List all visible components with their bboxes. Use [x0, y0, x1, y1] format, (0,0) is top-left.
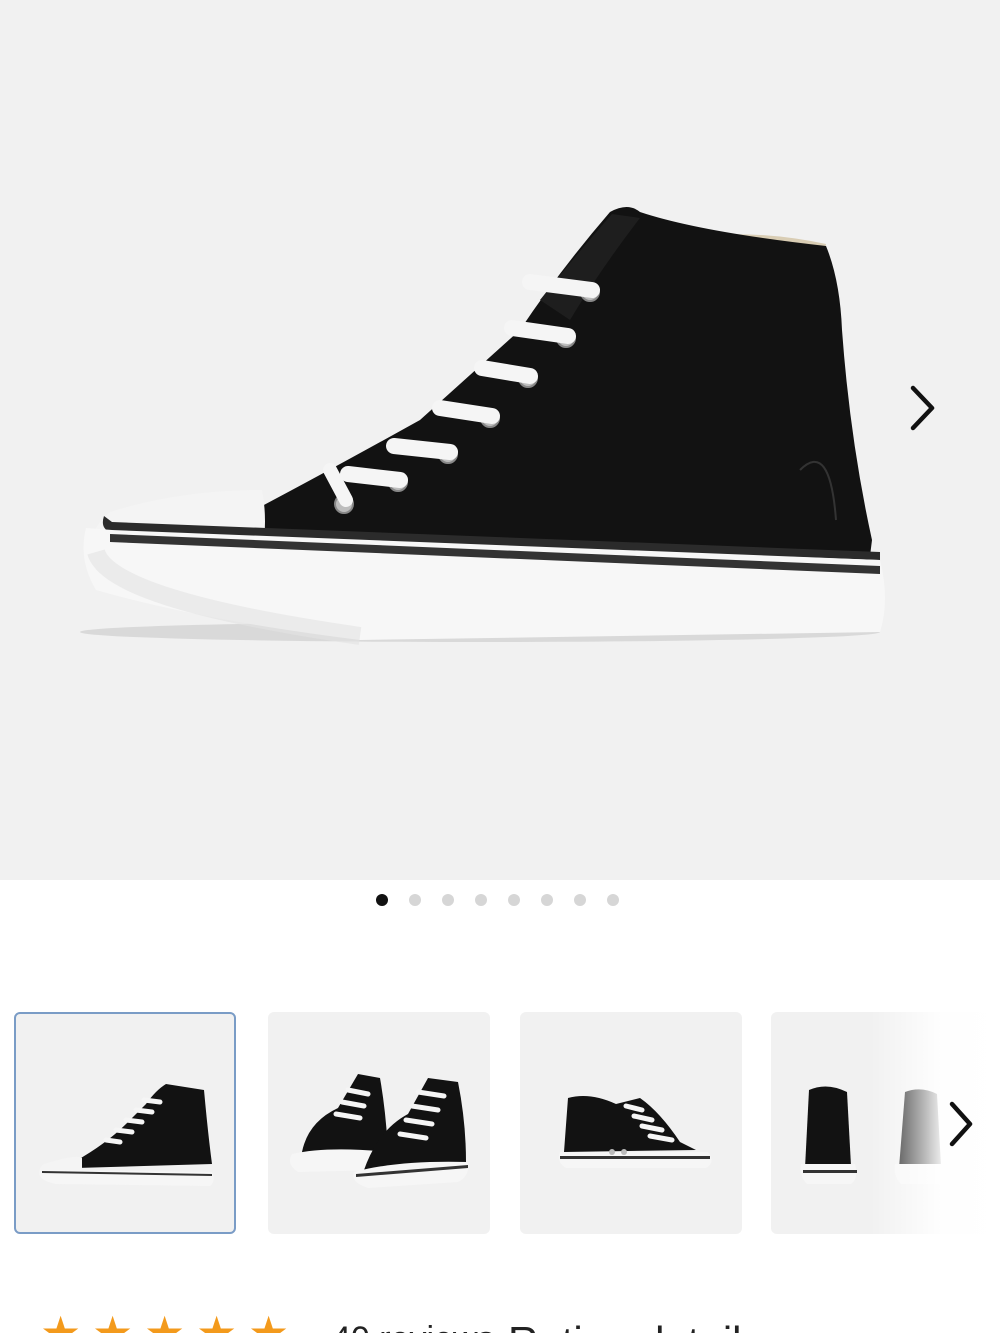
pagination-dot-5[interactable]: [508, 894, 520, 906]
rating-summary: ★ ★ ★ ★ ★ 40 reviews Rating details: [0, 1310, 1000, 1333]
chevron-right-icon: [949, 1101, 973, 1147]
product-main-image[interactable]: [0, 0, 1000, 880]
pagination-dot-8[interactable]: [607, 894, 619, 906]
sneaker-inner-side-view-image: [558, 1096, 712, 1168]
image-pagination-dots: [0, 893, 1000, 907]
star-icon: ★: [144, 1310, 185, 1333]
review-count[interactable]: 40 reviews: [332, 1320, 495, 1333]
star-icon: ★: [248, 1310, 289, 1333]
thumbnail-strip: [14, 1012, 1000, 1234]
star-icon: ★: [40, 1310, 81, 1333]
sneaker-side-view-image: [39, 1084, 214, 1186]
pagination-dot-1[interactable]: [376, 894, 388, 906]
pagination-dot-4[interactable]: [475, 894, 487, 906]
hero-next-button[interactable]: [896, 380, 952, 436]
chevron-right-icon: [910, 385, 935, 431]
sneaker-pair-front-view-image: [290, 1074, 469, 1188]
pagination-dot-6[interactable]: [541, 894, 553, 906]
pagination-dot-2[interactable]: [409, 894, 421, 906]
star-icon: ★: [92, 1310, 133, 1333]
thumbnails-next-button[interactable]: [938, 1098, 986, 1150]
thumbnail-3[interactable]: [520, 1012, 742, 1234]
pagination-dot-3[interactable]: [442, 894, 454, 906]
thumbnail-1[interactable]: [14, 1012, 236, 1234]
rating-details-link[interactable]: Rating details: [508, 1318, 762, 1333]
pagination-dot-7[interactable]: [574, 894, 586, 906]
high-top-sneaker-image: [80, 207, 886, 645]
star-icon: ★: [196, 1310, 237, 1333]
thumbnail-2[interactable]: [268, 1012, 490, 1234]
